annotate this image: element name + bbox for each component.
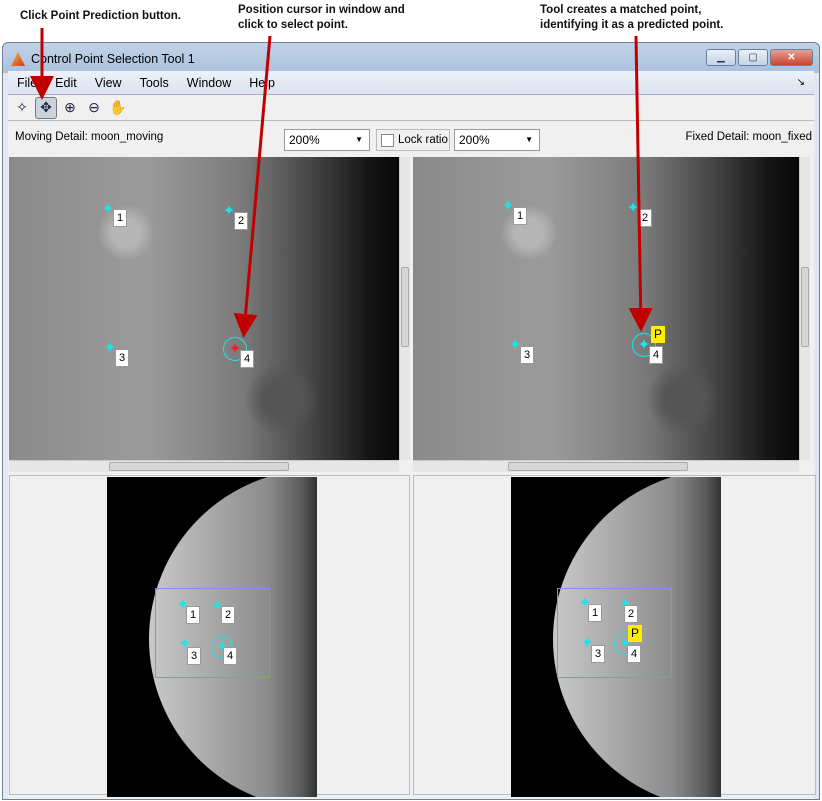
moving-vertical-scrollbar[interactable]: [399, 157, 410, 460]
toolbar: ✧ ✥ ⊕ ⊖ ✋: [8, 95, 814, 121]
point-label: 1: [186, 606, 201, 624]
predicted-tag: P: [628, 625, 643, 642]
lock-ratio-checkbox[interactable]: Lock ratio: [376, 129, 450, 151]
moving-detail-label: Moving Detail: moon_moving: [15, 131, 164, 143]
point-label: 2: [638, 209, 653, 227]
moving-overview-panel: ✦ 1 ✦ 2 ✦ 3 ✦ 4: [9, 475, 410, 797]
menu-help[interactable]: Help: [240, 76, 284, 90]
point-label: 2: [624, 605, 639, 623]
add-point-icon[interactable]: ✧: [11, 97, 33, 119]
fixed-detail-image[interactable]: ✦ 1 ✦ 2 ✦ 3 ✦ 4 P: [413, 157, 799, 460]
minimize-button[interactable]: ▁: [706, 49, 736, 66]
pan-hand-icon[interactable]: ✋: [107, 97, 129, 119]
point-label: 2: [234, 212, 249, 230]
annotation-3: Tool creates a matched point, identifying…: [540, 4, 724, 31]
point-label: 3: [520, 346, 535, 364]
point-label: 4: [223, 647, 238, 665]
point-label: 4: [240, 350, 255, 368]
menu-bar: File Edit View Tools Window Help ↘: [8, 71, 814, 95]
fixed-vertical-scrollbar[interactable]: [799, 157, 810, 460]
point-label: 1: [113, 209, 128, 227]
window-title: Control Point Selection Tool 1: [31, 52, 195, 66]
fixed-overview-panel: ✦ 1 ✦ 2 ✦ 3 ✦ 4 P: [413, 475, 816, 797]
lock-ratio-label: Lock ratio: [398, 134, 448, 146]
dock-icon[interactable]: ↘: [788, 77, 814, 88]
checkbox-box[interactable]: [381, 133, 394, 147]
menu-tools[interactable]: Tools: [131, 76, 178, 90]
fixed-overview-image[interactable]: ✦ 1 ✦ 2 ✦ 3 ✦ 4 P: [511, 477, 721, 797]
close-button[interactable]: ✕: [770, 49, 813, 66]
point-label: 2: [221, 606, 236, 624]
fixed-detail-label: Fixed Detail: moon_fixed: [685, 131, 812, 143]
menu-file[interactable]: File: [8, 76, 46, 90]
fixed-horizontal-scrollbar[interactable]: [413, 460, 799, 472]
fixed-zoom-select[interactable]: 200%: [454, 129, 540, 151]
matlab-icon: [11, 52, 25, 66]
point-label: 3: [187, 647, 202, 665]
annotation-2: Position cursor in window and click to se…: [238, 4, 405, 31]
point-label: 1: [588, 604, 603, 622]
predicted-tag: P: [651, 326, 666, 343]
point-label: 4: [649, 346, 664, 364]
moving-horizontal-scrollbar[interactable]: [9, 460, 399, 472]
point-label: 4: [627, 645, 642, 663]
point-label: 1: [513, 207, 528, 225]
annotation-1: Click Point Prediction button.: [20, 10, 181, 22]
menu-edit[interactable]: Edit: [46, 76, 86, 90]
maximize-button[interactable]: ▢: [738, 49, 768, 66]
moving-zoom-select[interactable]: 200%: [284, 129, 370, 151]
menu-view[interactable]: View: [86, 76, 131, 90]
detail-rectangle[interactable]: [557, 588, 672, 678]
moving-detail-image[interactable]: ✦ 1 ✦ 2 ✦ 3 ✦ 4: [9, 157, 399, 460]
point-prediction-icon[interactable]: ✥: [35, 96, 57, 119]
menu-window[interactable]: Window: [178, 76, 240, 90]
point-label: 3: [591, 645, 606, 663]
app-window: Control Point Selection Tool 1 ▁ ▢ ✕ Fil…: [2, 42, 820, 800]
moving-overview-image[interactable]: ✦ 1 ✦ 2 ✦ 3 ✦ 4: [107, 477, 317, 797]
point-label: 3: [115, 349, 130, 367]
title-bar: Control Point Selection Tool 1: [11, 49, 195, 69]
zoom-in-icon[interactable]: ⊕: [59, 97, 81, 119]
zoom-out-icon[interactable]: ⊖: [83, 97, 105, 119]
